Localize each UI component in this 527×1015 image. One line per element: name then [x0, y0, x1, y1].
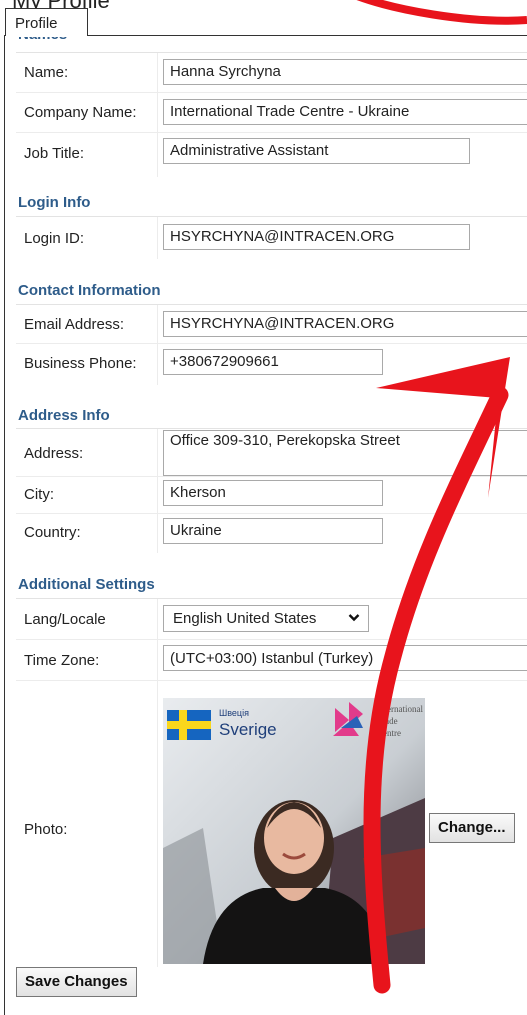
itc-label-3: Centre — [377, 728, 401, 738]
column-divider — [157, 599, 158, 967]
row-divider — [16, 92, 527, 93]
section-address-heading: Address Info — [18, 407, 110, 424]
row-divider — [16, 476, 527, 477]
timezone-label: Time Zone: — [24, 652, 100, 669]
company-label: Company Name: — [24, 104, 137, 121]
login-id-label: Login ID: — [24, 230, 85, 247]
country-label: Country: — [24, 524, 81, 541]
section-additional-heading: Additional Settings — [18, 576, 155, 593]
email-label: Email Address: — [24, 316, 125, 333]
section-divider — [16, 216, 527, 217]
timezone-select[interactable]: (UTC+03:00) Istanbul (Turkey) — [163, 645, 527, 671]
locale-select[interactable]: English United States — [163, 605, 369, 632]
row-divider — [16, 680, 527, 681]
row-divider — [16, 343, 527, 344]
profile-photo: Швеція Sverige International Trade Centr… — [163, 698, 425, 964]
photo-label: Photo: — [24, 821, 68, 838]
section-divider — [16, 304, 527, 305]
city-field[interactable]: Kherson — [163, 480, 383, 506]
chevron-down-icon — [348, 610, 360, 628]
row-divider — [16, 639, 527, 640]
sverige-small-label: Швеція — [219, 708, 249, 718]
column-divider — [157, 217, 158, 259]
section-divider — [16, 52, 527, 53]
job-title-field[interactable]: Administrative Assistant — [163, 138, 470, 164]
sverige-label: Sverige — [219, 720, 277, 739]
name-field[interactable]: Hanna Syrchyna — [163, 59, 527, 85]
phone-field[interactable]: +380672909661 — [163, 349, 383, 375]
section-login-heading: Login Info — [18, 194, 91, 211]
city-label: City: — [24, 486, 54, 503]
locale-select-value: English United States — [173, 610, 317, 627]
itc-label-2: Trade — [377, 716, 398, 726]
address-field[interactable]: Office 309-310, Perekopska Street — [163, 430, 527, 476]
job-title-label: Job Title: — [24, 145, 85, 162]
email-field[interactable]: HSYRCHYNA@INTRACEN.ORG — [163, 311, 527, 337]
section-divider — [16, 428, 527, 429]
row-divider — [16, 513, 527, 514]
change-photo-button[interactable]: Change... — [429, 813, 515, 843]
login-id-field[interactable]: HSYRCHYNA@INTRACEN.ORG — [163, 224, 470, 250]
section-divider — [16, 598, 527, 599]
save-changes-button[interactable]: Save Changes — [16, 967, 137, 997]
itc-label-1: International — [377, 704, 423, 714]
tab-profile[interactable]: Profile — [5, 8, 88, 36]
row-divider — [16, 132, 527, 133]
phone-label: Business Phone: — [24, 355, 137, 372]
column-divider — [157, 53, 158, 177]
section-contact-heading: Contact Information — [18, 282, 161, 299]
locale-label: Lang/Locale — [24, 611, 106, 628]
column-divider — [157, 429, 158, 553]
column-divider — [157, 305, 158, 385]
company-field[interactable]: International Trade Centre - Ukraine — [163, 99, 527, 125]
name-label: Name: — [24, 64, 69, 81]
address-label: Address: — [24, 445, 84, 462]
country-field[interactable]: Ukraine — [163, 518, 383, 544]
